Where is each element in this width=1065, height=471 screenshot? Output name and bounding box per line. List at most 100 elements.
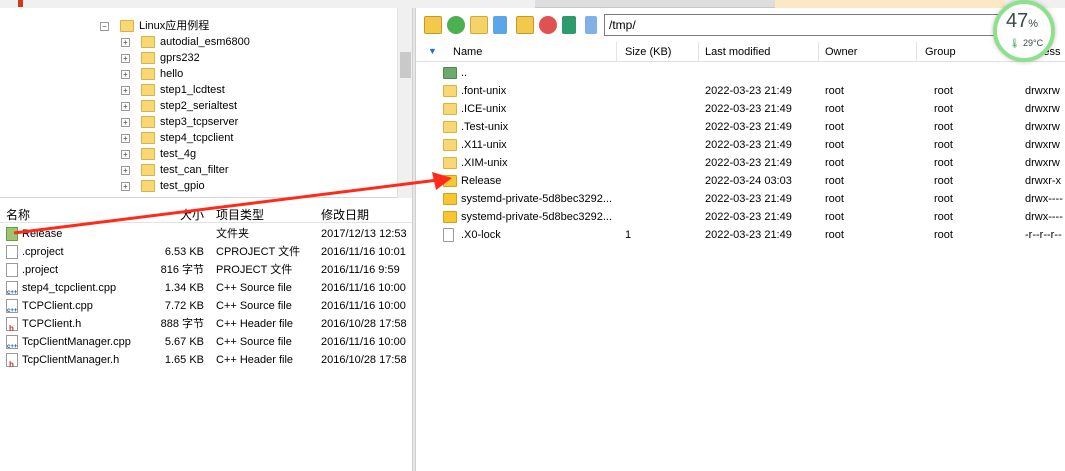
remote-file-row[interactable]: systemd-private-5d8bec3292... 2022-03-23 …	[416, 190, 1065, 208]
file-modified: 2022-03-24 03:03	[705, 175, 792, 187]
tree-node-label: hello	[160, 68, 184, 80]
expand-icon[interactable]: +	[121, 86, 130, 95]
open-folder-icon[interactable]	[516, 16, 534, 34]
tree-node-label: autodial_esm6800	[160, 36, 250, 48]
delete-icon[interactable]	[539, 16, 557, 34]
sort-chevron-icon[interactable]: ▼	[428, 46, 437, 56]
new-folder-icon[interactable]	[470, 16, 488, 34]
gauge-percent: 47%	[1006, 10, 1039, 32]
expand-icon[interactable]: +	[121, 182, 130, 191]
folder-icon	[141, 148, 155, 160]
col-type-header[interactable]: 项目类型	[216, 206, 264, 223]
folder-icon	[141, 180, 155, 192]
file-owner: root	[825, 121, 844, 133]
parent-dir-icon[interactable]	[424, 16, 442, 34]
remote-file-row[interactable]: .X11-unix 2022-03-23 21:49 root root drwxrw	[416, 136, 1065, 154]
local-file-row[interactable]: TCPClient.cpp 7.72 KB C++ Source file 2016/…	[0, 297, 412, 320]
col-name-header[interactable]: 名称	[6, 206, 30, 223]
expand-icon[interactable]: +	[121, 102, 130, 111]
parent-dir-icon	[443, 67, 457, 79]
expand-icon[interactable]: −	[100, 22, 109, 31]
local-file-row[interactable]: TcpClientManager.cpp 5.67 KB C++ Source fi…	[0, 333, 412, 356]
file-owner: root	[825, 157, 844, 169]
upload-icon[interactable]	[562, 16, 576, 34]
col-group-header[interactable]: Group	[925, 46, 956, 58]
tree-node-label: step4_tcpclient	[160, 132, 234, 144]
folder-icon	[443, 85, 457, 97]
folder-icon	[443, 157, 457, 169]
tree-scrollbar[interactable]	[397, 8, 413, 198]
col-modified-header[interactable]: 修改日期	[321, 206, 369, 223]
remote-file-row[interactable]: Release 2022-03-24 03:03 root root drwxr-x	[416, 172, 1065, 190]
expand-icon[interactable]: +	[121, 70, 130, 79]
file-owner: root	[825, 103, 844, 115]
file-access: drwx----	[1025, 211, 1063, 223]
file-icon	[6, 353, 18, 374]
col-size-header[interactable]: 大小	[180, 206, 204, 223]
active-tab-strip[interactable]	[775, 0, 1005, 8]
expand-icon[interactable]: +	[121, 134, 130, 143]
expand-icon[interactable]: +	[121, 54, 130, 63]
col-owner-header[interactable]: Owner	[825, 46, 857, 58]
file-name: TCPClient.h	[22, 318, 82, 330]
expand-icon[interactable]: +	[121, 150, 130, 159]
new-file-icon[interactable]	[493, 16, 507, 34]
file-modified: 2016/10/28 17:58	[321, 354, 407, 366]
file-name: Release	[461, 175, 502, 187]
file-type: CPROJECT 文件	[216, 246, 301, 258]
col-name-header[interactable]: Name	[453, 46, 482, 58]
file-group: root	[934, 175, 953, 187]
file-type: C++ Source file	[216, 300, 292, 312]
file-modified: 2022-03-23 21:49	[705, 193, 792, 205]
file-type: C++ Source file	[216, 282, 292, 294]
file-access: drwxrw	[1025, 121, 1060, 133]
expand-icon[interactable]: +	[121, 166, 130, 175]
file-icon	[443, 228, 454, 242]
expand-icon[interactable]: +	[121, 118, 130, 127]
remote-file-row[interactable]: .Test-unix 2022-03-23 21:49 root root drwxrw	[416, 118, 1065, 136]
file-name: .X0-lock	[461, 229, 501, 241]
browser-tab-strip[interactable]	[535, 0, 775, 8]
expand-icon[interactable]: +	[121, 38, 130, 47]
download-icon[interactable]	[585, 16, 597, 34]
local-file-row[interactable]: TCPClient.h 888 字节 C++ Header file 2016/10/…	[0, 315, 412, 338]
local-file-row[interactable]: .cproject 6.53 KB CPROJECT 文件 2016/11/16 10…	[0, 243, 412, 261]
local-file-row[interactable]: .project 816 字节 PROJECT 文件 2016/11/16 9:59	[0, 261, 412, 279]
file-owner: root	[825, 139, 844, 151]
file-size: 7.72 KB	[164, 300, 204, 312]
local-file-row[interactable]: Release 文件夹 2017/12/13 12:53	[0, 225, 412, 243]
remote-file-row[interactable]: systemd-private-5d8bec3292... 2022-03-23 …	[416, 208, 1065, 226]
remote-file-row[interactable]: ..	[416, 64, 1065, 82]
file-icon	[6, 317, 18, 338]
col-modified-header[interactable]: Last modified	[705, 46, 770, 58]
file-modified: 2016/11/16 10:00	[321, 300, 406, 312]
folder-icon	[141, 68, 155, 80]
file-name: .cproject	[22, 246, 64, 258]
file-name: .X11-unix	[461, 139, 507, 151]
local-file-row[interactable]: TcpClientManager.h 1.65 KB C++ Header file…	[0, 351, 412, 374]
remote-list-header: ▼ Name Size (KB) Last modified Owner Gro…	[416, 42, 1065, 62]
remote-file-row[interactable]: .XIM-unix 2022-03-23 21:49 root root drwxrw	[416, 154, 1065, 172]
remote-file-row[interactable]: .font-unix 2022-03-23 21:49 root root drwxrw	[416, 82, 1065, 100]
thermometer-icon: 🌡	[1009, 38, 1021, 48]
folder-icon	[443, 121, 457, 133]
folder-icon	[141, 36, 155, 48]
folder-icon	[141, 100, 155, 112]
remote-file-row[interactable]: .X0-lock 1 2022-03-23 21:49 root root -r--r--…	[416, 226, 1065, 244]
file-icon	[6, 335, 18, 356]
tree-node-label: test_can_filter	[160, 164, 229, 176]
file-modified: 2022-03-23 21:49	[705, 157, 792, 169]
file-type: C++ Header file	[216, 318, 294, 330]
tree-node-label: test_gpio	[160, 180, 205, 192]
file-access: drwxrw	[1025, 85, 1060, 97]
col-size-header[interactable]: Size (KB)	[625, 46, 671, 58]
local-file-row[interactable]: step4_tcpclient.cpp 1.34 KB C++ Source fil…	[0, 279, 412, 302]
scrollbar-thumb[interactable]	[400, 52, 411, 78]
gauge-temp: 🌡 29°C	[1009, 38, 1044, 48]
remote-file-row[interactable]: .ICE-unix 2022-03-23 21:49 root root drwxrw	[416, 100, 1065, 118]
remote-path-input[interactable]: /tmp/	[604, 14, 1044, 36]
file-size: 1	[625, 229, 632, 241]
refresh-icon[interactable]	[447, 16, 465, 34]
file-modified: 2022-03-23 21:49	[705, 85, 792, 97]
tree-node-label: gprs232	[160, 52, 200, 64]
